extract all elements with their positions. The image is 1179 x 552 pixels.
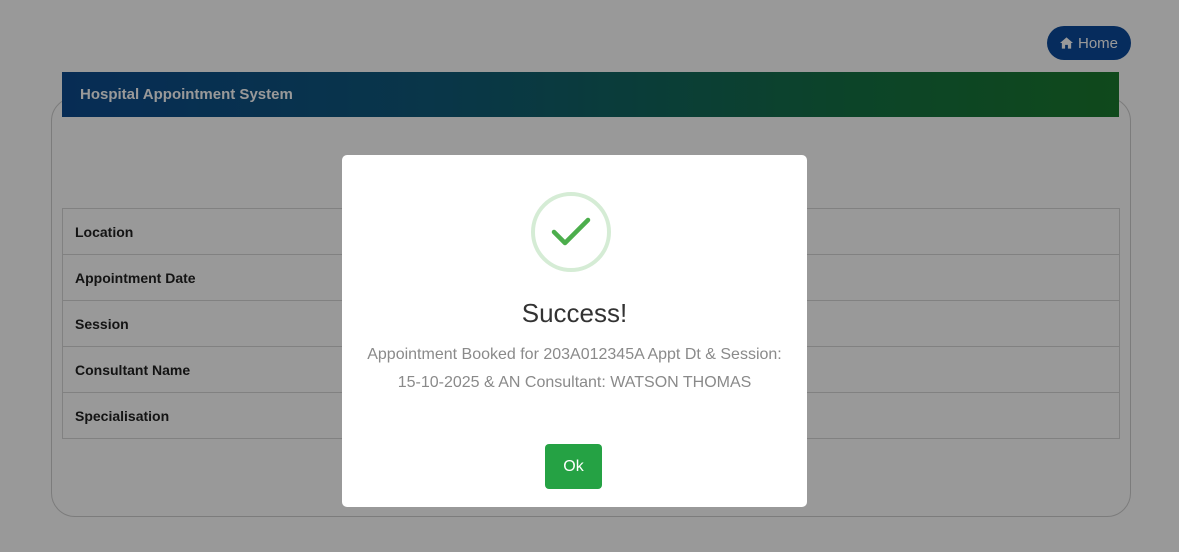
ok-button[interactable]: Ok (545, 444, 602, 489)
success-check-circle (531, 192, 611, 272)
dialog-message: Appointment Booked for 203A012345A Appt … (367, 346, 782, 391)
check-icon (551, 217, 591, 246)
success-dialog: Success! Appointment Booked for 203A0123… (342, 155, 807, 507)
dialog-title: Success! (521, 298, 628, 328)
